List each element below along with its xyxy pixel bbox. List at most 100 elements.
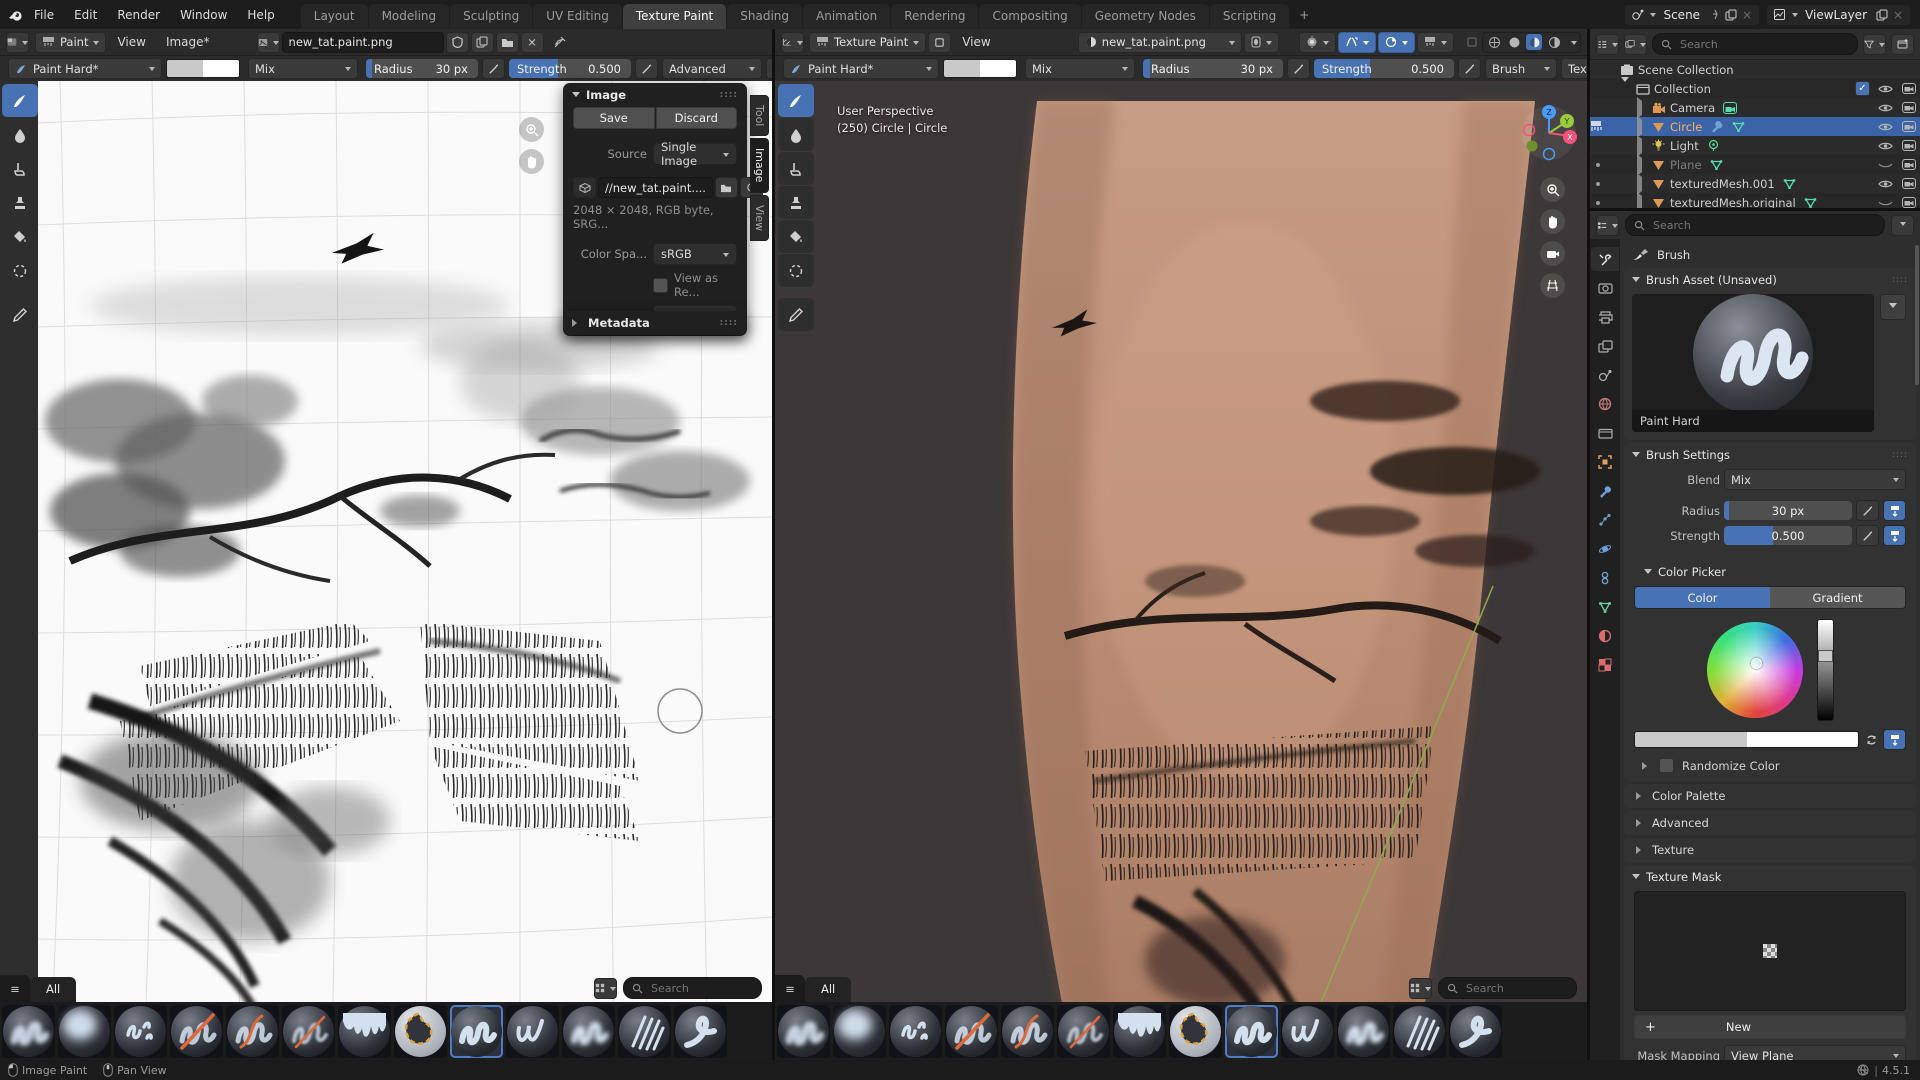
expand-toggle[interactable] (1637, 139, 1651, 153)
properties-tab-constraints[interactable] (1591, 566, 1619, 590)
p-color-unified-icon[interactable] (1883, 729, 1906, 750)
vp-smear-tool[interactable] (778, 152, 814, 185)
properties-tab-particles[interactable] (1591, 508, 1619, 532)
ie-soften-tool[interactable] (2, 118, 38, 151)
vp-clone-tool[interactable] (778, 186, 814, 219)
vp-radius-slider[interactable]: Radius 30 px (1143, 59, 1283, 78)
outliner-display-mode-icon[interactable] (1596, 34, 1619, 55)
scene-selector[interactable]: Scene × (1625, 5, 1759, 25)
outliner-row-plane[interactable]: Plane (1590, 155, 1920, 174)
vp-zoom-button[interactable] (1540, 177, 1565, 202)
outliner-row-light[interactable]: Light (1590, 136, 1920, 155)
open-image-folder-icon[interactable] (496, 32, 519, 53)
blend-mode-dropdown[interactable]: Mix (248, 58, 358, 79)
workspace-tab-shading[interactable]: Shading (727, 4, 802, 29)
strength-slider[interactable]: Strength 0.500 (509, 59, 631, 78)
new-scene-icon[interactable] (1723, 7, 1739, 23)
radius-slider[interactable]: Radius 30 px (366, 59, 478, 78)
vp-brush-thumb-blur-squiggle[interactable] (1337, 1005, 1390, 1058)
mask-mapping-dropdown[interactable]: View Plane (1724, 1045, 1906, 1060)
workspace-tab-compositing[interactable]: Compositing (979, 4, 1080, 29)
properties-search-input[interactable] (1651, 218, 1805, 233)
vp-shelf-display-icon[interactable] (1409, 978, 1432, 999)
image-filepath-field[interactable]: //new_tat.paint.... (598, 177, 713, 198)
color-tab[interactable]: Color (1635, 587, 1770, 608)
primary-color-swatch[interactable] (167, 60, 203, 77)
color-wheel[interactable] (1707, 622, 1803, 718)
metadata-panel-header[interactable]: Metadata :::: (563, 311, 747, 335)
outliner-row-camera[interactable]: Camera (1590, 98, 1920, 117)
outliner-search-input[interactable] (1678, 37, 1802, 52)
shelf-search-box[interactable] (623, 977, 762, 999)
properties-scrollbar[interactable] (1915, 245, 1919, 385)
image-menu[interactable]: Image* (157, 35, 219, 49)
falloff-dropdown[interactable] (1299, 32, 1336, 53)
secondary-color-swatch[interactable] (203, 60, 239, 77)
ie-mask-tool[interactable] (2, 254, 38, 287)
menu-render[interactable]: Render (107, 8, 170, 22)
randomize-expand-icon[interactable] (1642, 762, 1651, 770)
hide-eye-closed-icon[interactable] (1878, 157, 1893, 172)
editor-type-3d-icon[interactable] (781, 32, 804, 53)
p-strength-pressure-icon[interactable] (1856, 525, 1879, 546)
hide-eye-open-icon[interactable] (1878, 100, 1893, 115)
pan-gizmo-button[interactable] (519, 149, 544, 174)
vp-draw-tool[interactable] (778, 84, 814, 117)
source-dropdown[interactable]: Single Image (653, 143, 737, 165)
texture-mask-header[interactable]: Texture Mask (1624, 865, 1916, 889)
brush-asset-dropdown[interactable]: Paint Hard* (8, 58, 162, 79)
hide-eye-closed-icon[interactable] (1878, 195, 1893, 208)
ie-brush-thumb-blur-squiggle[interactable] (562, 1005, 615, 1058)
hide-eye-open-icon[interactable] (1878, 81, 1893, 96)
pin-icon[interactable] (1707, 7, 1723, 23)
ie-brush-thumb-squiggle[interactable] (450, 1005, 503, 1058)
strength-pressure-icon[interactable] (635, 58, 658, 79)
outliner-row-texturedmesh-original[interactable]: texturedMesh.original (1590, 193, 1920, 208)
ie-brush-thumb-soft-squiggle[interactable] (2, 1005, 55, 1058)
workspace-tab-animation[interactable]: Animation (803, 4, 890, 29)
vp-shelf-menu-icon[interactable]: ≡ (775, 975, 805, 1002)
shading-wireframe-icon[interactable] (1486, 34, 1502, 50)
p-secondary-color[interactable] (1747, 732, 1859, 747)
ie-brush-thumb-wave[interactable] (674, 1005, 727, 1058)
sidebar-tab-image[interactable]: Image (750, 138, 769, 192)
brush-preview-dropdown[interactable] (1880, 294, 1906, 320)
navigation-gizmo[interactable]: Z Y X (1520, 103, 1578, 161)
hide-eye-open-icon[interactable] (1878, 138, 1893, 153)
workspace-tab-geometry-nodes[interactable]: Geometry Nodes (1082, 4, 1209, 29)
mode-dropdown[interactable]: Texture Paint (809, 32, 926, 53)
viewport-3d-canvas[interactable]: User Perspective (250) Circle | Circle Z… (775, 81, 1587, 1060)
vp-brush-thumb-drip[interactable] (1113, 1005, 1166, 1058)
vp-brush-thumb-wave[interactable] (1449, 1005, 1502, 1058)
view-as-render-checkbox[interactable] (653, 278, 668, 293)
unlink-scene-icon[interactable]: × (1739, 7, 1755, 23)
vp-shelf-search-input[interactable] (1464, 981, 1568, 996)
texture-slots-dropdown[interactable] (1417, 32, 1454, 53)
p-radius-slider[interactable]: 30 px (1724, 501, 1852, 520)
properties-tab-object[interactable] (1591, 450, 1619, 474)
menu-file[interactable]: File (24, 8, 64, 22)
vp-brush-thumb-scribble-slash[interactable] (945, 1005, 998, 1058)
ie-brush-thumb-scribble[interactable] (114, 1005, 167, 1058)
menu-edit[interactable]: Edit (64, 8, 107, 22)
p-primary-color[interactable] (1635, 732, 1747, 747)
workspace-tab-rendering[interactable]: Rendering (891, 4, 978, 29)
vp-brush-thumb-squiggle[interactable] (1225, 1005, 1278, 1058)
disable-in-render-icon[interactable] (1901, 119, 1916, 134)
outliner-row-circle[interactable]: Circle (1590, 117, 1920, 136)
filepath-datablock-icon[interactable] (573, 177, 596, 198)
outliner-row-scene-collection[interactable]: Scene Collection (1590, 60, 1920, 79)
section-texture[interactable]: Texture (1624, 838, 1916, 862)
vp-shelf-tab-all[interactable]: All (805, 977, 851, 1002)
brush-asset-header[interactable]: Brush Asset (Unsaved) :::: (1624, 268, 1916, 292)
brush-settings-header[interactable]: Brush Settings :::: (1624, 443, 1916, 467)
disable-in-render-icon[interactable] (1901, 81, 1916, 96)
ie-brush-thumb-scribble-curve[interactable] (226, 1005, 279, 1058)
disable-in-render-icon[interactable] (1901, 176, 1916, 191)
properties-tab-physics[interactable] (1591, 537, 1619, 561)
view-menu[interactable]: View (108, 35, 154, 49)
properties-tab-tool[interactable] (1591, 247, 1619, 271)
vp-fill-tool[interactable] (778, 220, 814, 253)
disable-in-render-icon[interactable] (1901, 138, 1916, 153)
shelf-display-icon[interactable] (594, 978, 617, 999)
